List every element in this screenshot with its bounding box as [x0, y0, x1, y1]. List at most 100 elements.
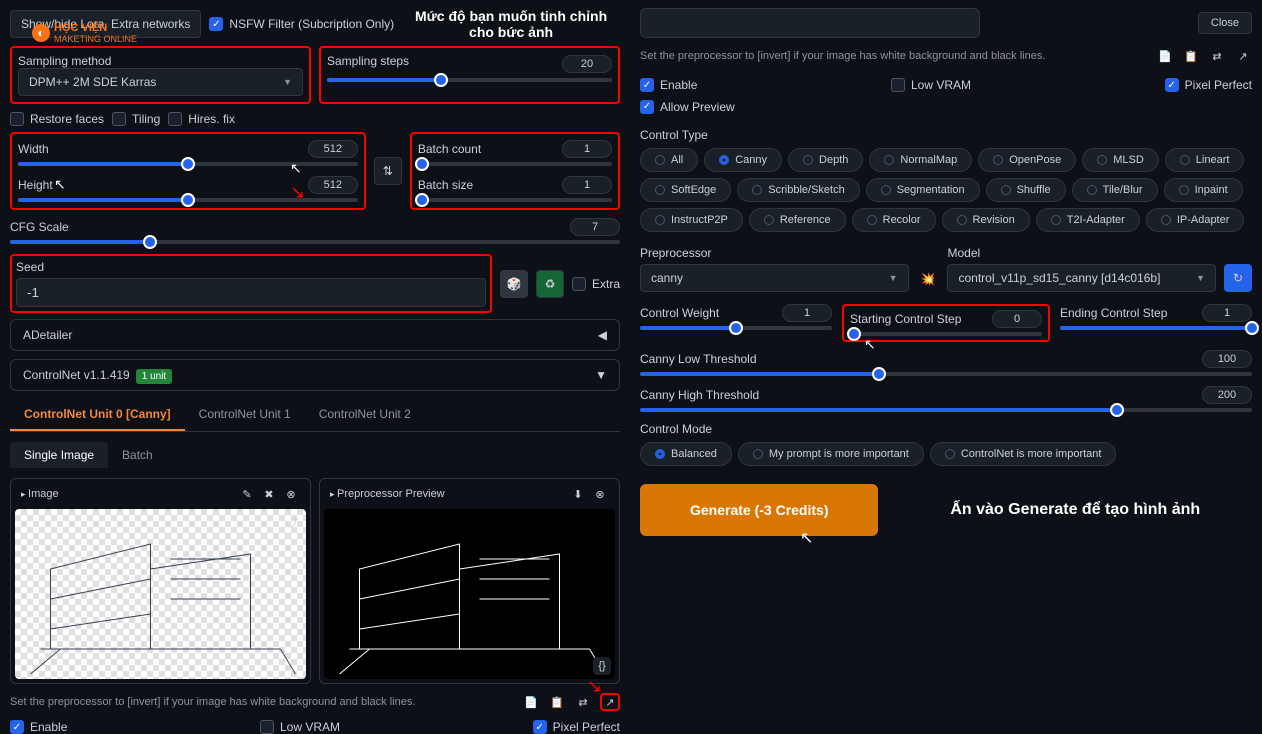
sampling-method-label: Sampling method	[18, 54, 111, 68]
doc-icon[interactable]: 📄	[522, 693, 540, 711]
radio-recolor[interactable]: Recolor	[852, 208, 936, 232]
swap-dimensions-button[interactable]: ⇅	[374, 157, 402, 185]
batch-size-value[interactable]: 1	[562, 176, 612, 194]
radio-segmentation[interactable]: Segmentation	[866, 178, 980, 202]
enable-checkbox-left[interactable]: Enable	[10, 720, 67, 734]
doc-icon[interactable]: 📄	[1156, 47, 1174, 65]
radio-ip[interactable]: IP-Adapter	[1146, 208, 1245, 232]
pixel-perfect-checkbox-left[interactable]: Pixel Perfect	[533, 720, 620, 734]
radio-icon	[753, 449, 763, 459]
preprocessor-note: Set the preprocessor to [invert] if your…	[10, 696, 514, 708]
download-icon[interactable]: ⬇	[569, 485, 587, 503]
radio-mlsd[interactable]: MLSD	[1082, 148, 1159, 172]
subtab-single-image[interactable]: Single Image	[10, 442, 108, 468]
starting-step-value[interactable]: 0	[992, 310, 1042, 328]
close-button[interactable]: Close	[1198, 12, 1252, 34]
tiling-checkbox[interactable]: Tiling	[112, 112, 160, 126]
model-dropdown[interactable]: control_v11p_sd15_canny [d14c016b]	[947, 264, 1216, 292]
ending-step-slider[interactable]	[1060, 326, 1252, 330]
cfg-scale-slider[interactable]	[10, 240, 620, 244]
json-icon[interactable]: {}	[593, 657, 611, 675]
upload-icon[interactable]: ⤴	[284, 513, 302, 531]
swap-icon[interactable]: ⇄	[574, 693, 592, 711]
radio-balanced[interactable]: Balanced	[640, 442, 732, 466]
width-slider[interactable]	[18, 162, 358, 166]
controlnet-label: ControlNet v1.1.419	[23, 368, 130, 382]
radio-controlnet-important[interactable]: ControlNet is more important	[930, 442, 1117, 466]
preprocessor-dropdown[interactable]: canny	[640, 264, 909, 292]
chevron-down-icon: ▼	[595, 368, 607, 382]
refresh-model-button[interactable]: ↻	[1224, 264, 1252, 292]
restore-faces-checkbox[interactable]: Restore faces	[10, 112, 104, 126]
radio-icon	[867, 215, 877, 225]
tab-controlnet-unit-2[interactable]: ControlNet Unit 2	[305, 399, 425, 431]
ending-step-value[interactable]: 1	[1202, 304, 1252, 322]
image-dropzone-top[interactable]	[640, 8, 980, 38]
enable-checkbox[interactable]: Enable	[640, 78, 697, 92]
logo-text-1: HỌC VIỆN	[54, 22, 137, 34]
control-weight-value[interactable]: 1	[782, 304, 832, 322]
explosion-icon[interactable]: 💥	[917, 272, 940, 292]
allow-preview-checkbox[interactable]: Allow Preview	[640, 100, 735, 114]
nsfw-filter-checkbox[interactable]: NSFW Filter (Subcription Only)	[209, 17, 394, 31]
edit-icon[interactable]: ✎	[238, 485, 256, 503]
radio-shuffle[interactable]: Shuffle	[986, 178, 1066, 202]
radio-depth[interactable]: Depth	[788, 148, 863, 172]
radio-normalmap[interactable]: NormalMap	[869, 148, 972, 172]
clipboard-icon[interactable]: 📋	[1182, 47, 1200, 65]
radio-reference[interactable]: Reference	[749, 208, 846, 232]
low-vram-checkbox-left[interactable]: Low VRAM	[260, 720, 340, 734]
clipboard-icon[interactable]: 📋	[548, 693, 566, 711]
width-value[interactable]: 512	[308, 140, 358, 158]
radio-lineart[interactable]: Lineart	[1165, 148, 1245, 172]
recycle-button[interactable]: ♻	[536, 270, 564, 298]
generate-button[interactable]: Generate (-3 Credits)	[640, 484, 878, 536]
clear-icon[interactable]: ✖	[260, 485, 278, 503]
cfg-scale-value[interactable]: 7	[570, 218, 620, 236]
canny-high-value[interactable]: 200	[1202, 386, 1252, 404]
starting-step-slider[interactable]	[850, 332, 1042, 336]
swap-icon[interactable]: ⇄	[1208, 47, 1226, 65]
radio-revision[interactable]: Revision	[942, 208, 1030, 232]
radio-prompt-important[interactable]: My prompt is more important	[738, 442, 924, 466]
batch-count-slider[interactable]	[418, 162, 612, 166]
radio-softedge[interactable]: SoftEdge	[640, 178, 731, 202]
hires-fix-checkbox[interactable]: Hires. fix	[168, 112, 235, 126]
tab-controlnet-unit-0[interactable]: ControlNet Unit 0 [Canny]	[10, 399, 185, 431]
radio-scribble[interactable]: Scribble/Sketch	[737, 178, 859, 202]
radio-t2i[interactable]: T2I-Adapter	[1036, 208, 1140, 232]
chevron-left-icon: ◀	[598, 328, 607, 342]
image-dropzone[interactable]: ⤴	[15, 509, 306, 679]
canny-high-slider[interactable]	[640, 408, 1252, 412]
controlnet-accordion[interactable]: ControlNet v1.1.4191 unit ▼	[10, 359, 620, 391]
radio-instructp2p[interactable]: InstructP2P	[640, 208, 743, 232]
subtab-batch[interactable]: Batch	[108, 442, 167, 468]
send-icon[interactable]: ↗	[600, 693, 620, 711]
seed-input[interactable]	[16, 278, 486, 307]
control-weight-slider[interactable]	[640, 326, 832, 330]
radio-tileblur[interactable]: Tile/Blur	[1072, 178, 1158, 202]
radio-canny[interactable]: Canny	[704, 148, 782, 172]
radio-all[interactable]: All	[640, 148, 698, 172]
height-value[interactable]: 512	[308, 176, 358, 194]
sampling-steps-value[interactable]: 20	[562, 55, 612, 73]
low-vram-checkbox[interactable]: Low VRAM	[891, 78, 971, 92]
send-icon[interactable]: ↗	[1234, 47, 1252, 65]
extra-checkbox[interactable]: Extra	[572, 277, 620, 291]
pixel-perfect-checkbox[interactable]: Pixel Perfect	[1165, 78, 1252, 92]
radio-icon	[655, 185, 665, 195]
sampling-method-dropdown[interactable]: DPM++ 2M SDE Karras	[18, 68, 303, 96]
sampling-steps-slider[interactable]	[327, 78, 612, 82]
canny-low-slider[interactable]	[640, 372, 1252, 376]
adetailer-accordion[interactable]: ADetailer ◀	[10, 319, 620, 351]
dice-button[interactable]: 🎲	[500, 270, 528, 298]
height-slider[interactable]	[18, 198, 358, 202]
canny-low-value[interactable]: 100	[1202, 350, 1252, 368]
radio-inpaint[interactable]: Inpaint	[1164, 178, 1243, 202]
radio-openpose[interactable]: OpenPose	[978, 148, 1076, 172]
close-icon[interactable]: ⊗	[591, 485, 609, 503]
batch-size-slider[interactable]	[418, 198, 612, 202]
batch-count-value[interactable]: 1	[562, 140, 612, 158]
tab-controlnet-unit-1[interactable]: ControlNet Unit 1	[185, 399, 305, 431]
close-icon[interactable]: ⊗	[282, 485, 300, 503]
